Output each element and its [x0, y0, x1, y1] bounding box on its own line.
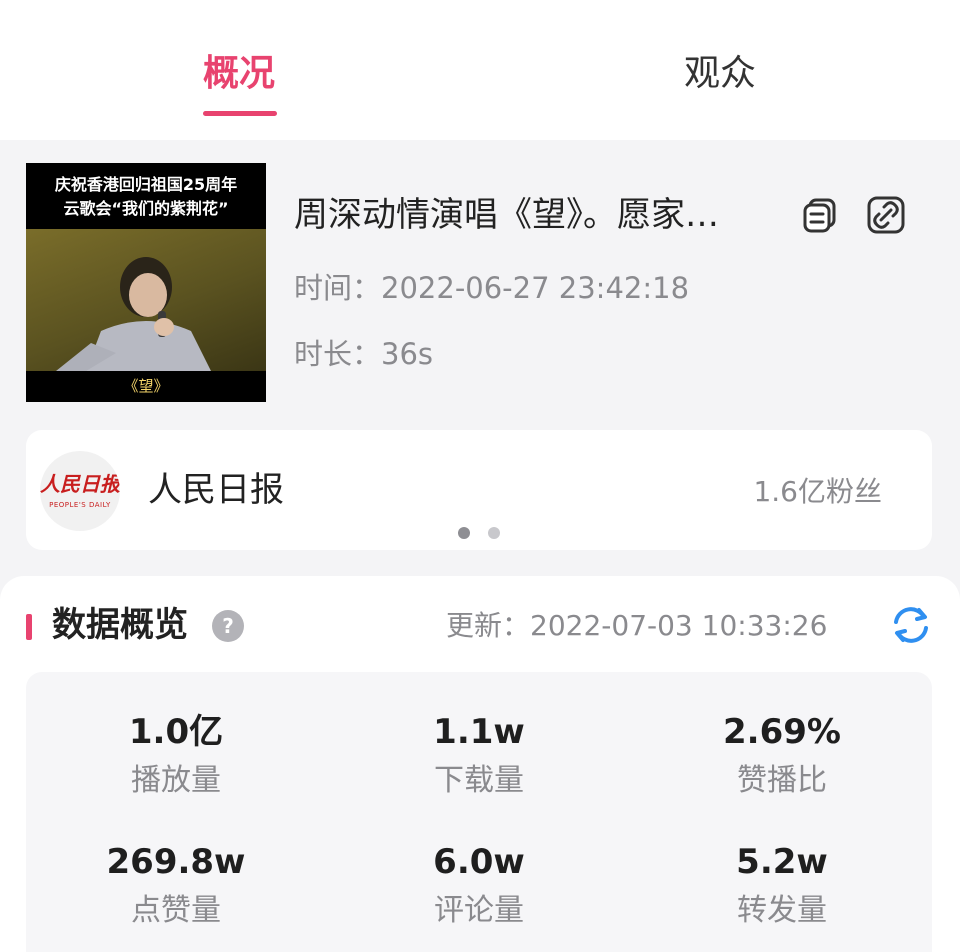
stat-value: 5.2w: [736, 842, 828, 882]
stat-label: 点赞量: [131, 893, 221, 928]
copy-icon[interactable]: [800, 195, 840, 235]
update-label: 更新：: [446, 609, 531, 642]
tab-audience[interactable]: 观众: [684, 50, 756, 98]
thumbnail-banner-line2: 云歌会“我们的紫荆花”: [63, 199, 229, 218]
video-info-card: 庆祝香港回归祖国25周年 云歌会“我们的紫荆花” 《望》 周深动情演唱《望》。愿…: [0, 140, 960, 430]
author-name[interactable]: 人民日报: [148, 468, 284, 512]
stat-label: 播放量: [131, 763, 221, 798]
data-overview-section: 数据概览 ? 更新：2022-07-03 10:33:26 1.0亿 播放量 1…: [0, 576, 960, 952]
pager-dots: [458, 527, 500, 539]
author-avatar[interactable]: 人民日报 PEOPLE'S DAILY: [40, 451, 120, 531]
link-icon[interactable]: [866, 195, 906, 235]
stats-grid: 1.0亿 播放量 1.1w 下载量 2.69% 赞播比 269.8w 点赞量 6…: [26, 672, 932, 952]
singer-figure: [56, 257, 211, 371]
duration-label: 时长：: [294, 337, 382, 371]
tab-overview[interactable]: 概况: [203, 50, 275, 98]
stat-downloads: 1.1w 下载量: [329, 710, 629, 802]
publish-time: 时间：2022-06-27 23:42:18: [294, 268, 689, 308]
stat-value: 1.0亿: [128, 712, 224, 752]
section-title: 数据概览: [52, 605, 188, 645]
thumbnail-banner: 庆祝香港回归祖国25周年 云歌会“我们的紫荆花”: [26, 163, 266, 233]
thumbnail-banner-line1: 庆祝香港回归祖国25周年: [54, 175, 238, 194]
stat-comments: 6.0w 评论量: [329, 840, 629, 932]
pager-dot-1[interactable]: [458, 527, 470, 539]
update-value: 2022-07-03 10:33:26: [530, 609, 828, 642]
update-time: 更新：2022-07-03 10:33:26: [446, 606, 827, 646]
author-card[interactable]: 人民日报 PEOPLE'S DAILY 人民日报 1.6亿粉丝: [26, 430, 932, 550]
section-accent-bar: [26, 614, 32, 640]
video-title[interactable]: 周深动情演唱《望》。愿家…: [294, 192, 784, 238]
stat-value: 269.8w: [106, 842, 246, 882]
top-tab-bar: 概况 观众: [0, 0, 960, 140]
stat-shares: 5.2w 转发量: [632, 840, 932, 932]
pager-dot-2[interactable]: [488, 527, 500, 539]
stat-label: 赞播比: [737, 763, 827, 798]
publish-time-label: 时间：: [294, 271, 382, 305]
thumbnail-caption: 《望》: [26, 371, 266, 402]
avatar-subtitle: PEOPLE'S DAILY: [49, 501, 111, 509]
duration-value: 36s: [381, 337, 434, 371]
stat-likes: 269.8w 点赞量: [26, 840, 326, 932]
video-duration: 时长：36s: [294, 334, 433, 374]
publish-time-value: 2022-06-27 23:42:18: [381, 271, 690, 305]
stat-label: 评论量: [434, 893, 524, 928]
video-thumbnail[interactable]: 庆祝香港回归祖国25周年 云歌会“我们的紫荆花” 《望》: [26, 163, 266, 402]
refresh-icon[interactable]: [888, 602, 934, 648]
stat-label: 下载量: [434, 763, 524, 798]
stat-value: 6.0w: [433, 842, 525, 882]
stat-value: 2.69%: [723, 712, 841, 752]
stat-label: 转发量: [737, 893, 827, 928]
avatar-logo-text: 人民日报: [40, 472, 120, 496]
stat-plays: 1.0亿 播放量: [26, 710, 326, 802]
active-tab-indicator: [203, 111, 277, 116]
help-icon[interactable]: ?: [212, 610, 244, 642]
author-fans-count: 1.6亿粉丝: [753, 475, 882, 508]
stat-like-play-ratio: 2.69% 赞播比: [632, 710, 932, 802]
stat-value: 1.1w: [433, 712, 525, 752]
